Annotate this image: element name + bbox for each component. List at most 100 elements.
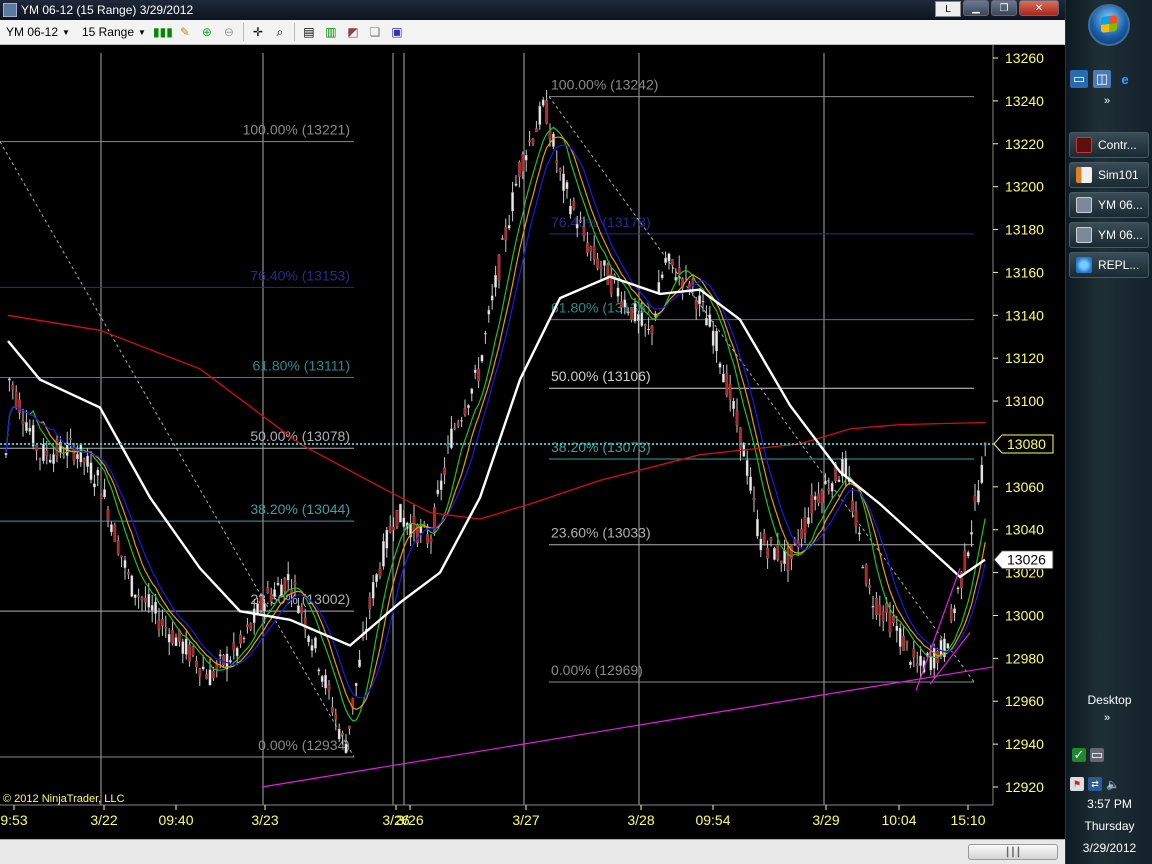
price-bar-body bbox=[487, 310, 491, 315]
price-bar-body bbox=[164, 626, 168, 629]
chevron-down-icon[interactable]: » bbox=[1104, 712, 1110, 724]
draw-pencil-icon[interactable]: ✎ bbox=[176, 23, 194, 41]
tray-flag-icon[interactable]: ⚑ bbox=[1070, 777, 1084, 791]
price-bar-body bbox=[239, 634, 242, 644]
price-bar-body bbox=[582, 226, 586, 236]
price-bar-body bbox=[242, 637, 246, 640]
time-tick-label: 3/22 bbox=[90, 812, 117, 828]
desktop-toolbar-label[interactable]: Desktop bbox=[1066, 693, 1152, 707]
price-bar-body bbox=[14, 391, 18, 407]
clock-day[interactable]: Thursday bbox=[1066, 819, 1152, 833]
price-bar-body bbox=[45, 450, 49, 457]
zoom-out-icon[interactable]: ⊖ bbox=[220, 23, 238, 41]
taskbar-item-chart-1[interactable]: YM 06... bbox=[1069, 192, 1149, 218]
price-bar-body bbox=[222, 654, 225, 666]
price-tick-label: 12920 bbox=[1005, 779, 1044, 795]
sma-white-line bbox=[7, 275, 986, 647]
templates-icon[interactable]: ❏ bbox=[366, 23, 384, 41]
zoom-in-icon[interactable]: ⊕ bbox=[198, 23, 216, 41]
start-button[interactable] bbox=[1088, 4, 1130, 46]
interval-selector[interactable]: 15 Range ▼ bbox=[76, 22, 152, 42]
switch-windows-icon[interactable]: ◫ bbox=[1093, 70, 1111, 88]
tray-monitor-icon[interactable]: ▭ bbox=[1090, 747, 1104, 762]
price-bar-body bbox=[752, 498, 756, 501]
price-bar-body bbox=[953, 608, 956, 614]
strategies-icon[interactable]: ◩ bbox=[344, 23, 362, 41]
price-tick-label: 13000 bbox=[1005, 607, 1044, 623]
price-bar-body bbox=[256, 603, 259, 615]
price-bar-body bbox=[307, 635, 310, 643]
magnifier-icon[interactable]: ⌕ bbox=[271, 23, 289, 41]
price-chart[interactable]: 100.00% (13221) 76.40% (13153) 61.80% (131… bbox=[0, 45, 1065, 839]
price-bar-body bbox=[735, 410, 739, 426]
chevron-down-icon[interactable]: » bbox=[1104, 95, 1110, 107]
price-bar-body bbox=[643, 324, 647, 326]
price-bar-body bbox=[123, 560, 127, 568]
price-bar-body bbox=[538, 106, 542, 125]
price-bar-body bbox=[980, 464, 984, 483]
fib-level-label: 0.00% (12969) bbox=[551, 662, 643, 678]
show-desktop-icon[interactable]: ▭ bbox=[1070, 70, 1088, 88]
horizontal-scrollbar[interactable]: ┃┃┃ bbox=[0, 839, 1065, 864]
price-bar-body bbox=[110, 524, 113, 533]
fib-anchor-line bbox=[548, 96, 975, 683]
tray-network-icon[interactable]: ✓ bbox=[1072, 747, 1086, 762]
price-bar-body bbox=[725, 373, 729, 395]
bar-style-icon[interactable]: ▮▮▮ bbox=[153, 23, 173, 41]
price-bar-body bbox=[252, 608, 256, 623]
price-bar-body bbox=[817, 493, 820, 504]
price-tick-label: 13140 bbox=[1005, 307, 1044, 323]
instrument-selector[interactable]: YM 06-12 ▼ bbox=[0, 22, 76, 42]
taskbar-item-replay[interactable]: REPL... bbox=[1069, 252, 1149, 278]
price-bar-body bbox=[218, 654, 222, 657]
price-bar-body bbox=[293, 581, 297, 585]
fib-level-label: 38.20% (13044) bbox=[250, 501, 350, 517]
tray-network2-icon[interactable]: ⇄ bbox=[1088, 777, 1102, 791]
time-tick-label: 9:53 bbox=[0, 812, 27, 828]
taskbar-item-sim101[interactable]: Sim101 bbox=[1069, 162, 1149, 188]
price-bar-body bbox=[514, 183, 518, 186]
control-center-icon bbox=[1076, 137, 1092, 153]
data-box-icon[interactable]: ▤ bbox=[300, 23, 318, 41]
price-bar-body bbox=[868, 584, 871, 588]
price-bar-body bbox=[300, 606, 304, 614]
taskbar-item-control-center[interactable]: Contr... bbox=[1069, 132, 1149, 158]
minimize-button[interactable]: ▁ bbox=[963, 0, 989, 16]
price-bar-body bbox=[69, 437, 72, 440]
price-bar-body bbox=[919, 655, 922, 666]
price-bar-body bbox=[759, 538, 763, 551]
price-tick-label: 13100 bbox=[1005, 393, 1044, 409]
properties-icon[interactable]: ▣ bbox=[388, 23, 406, 41]
price-bar-body bbox=[96, 469, 100, 476]
scrollbar-thumb[interactable]: ┃┃┃ bbox=[968, 844, 1058, 860]
volume-icon[interactable]: 🔈 bbox=[1106, 777, 1120, 791]
window-titlebar[interactable]: YM 06-12 (15 Range) 3/29/2012 L ▁ ❐ ✕ bbox=[0, 0, 1065, 20]
internet-explorer-icon[interactable]: e bbox=[1116, 70, 1134, 88]
taskbar-item-label: Contr... bbox=[1098, 138, 1137, 152]
price-bar-body bbox=[52, 454, 55, 464]
price-bar-body bbox=[837, 479, 841, 482]
chevron-down-icon: ▼ bbox=[138, 27, 146, 37]
taskbar-item-chart-2[interactable]: YM 06... bbox=[1069, 222, 1149, 248]
price-tick-label: 13060 bbox=[1005, 479, 1044, 495]
price-bar-body bbox=[395, 510, 399, 527]
taskbar-item-label: YM 06... bbox=[1098, 228, 1143, 242]
price-bar-body bbox=[429, 538, 433, 543]
indicators-icon[interactable]: ▥ bbox=[322, 23, 340, 41]
crosshair-icon[interactable]: ✛ bbox=[249, 23, 267, 41]
support-trendline bbox=[261, 666, 994, 788]
price-bar-body bbox=[881, 611, 885, 622]
price-bar-body bbox=[174, 637, 178, 647]
price-bar-body bbox=[419, 526, 423, 534]
price-bar-body bbox=[18, 399, 21, 414]
price-bar-body bbox=[722, 373, 725, 383]
price-bar-body bbox=[113, 524, 117, 542]
clock-time[interactable]: 3:57 PM bbox=[1066, 797, 1152, 811]
close-button[interactable]: ✕ bbox=[1019, 0, 1059, 16]
price-bar-body bbox=[8, 378, 11, 381]
restore-button[interactable]: ❐ bbox=[991, 0, 1017, 16]
price-bar-body bbox=[249, 623, 253, 630]
clock-date[interactable]: 3/29/2012 bbox=[1066, 841, 1152, 855]
ie-icon bbox=[1076, 257, 1092, 273]
link-button[interactable]: L bbox=[935, 1, 961, 17]
